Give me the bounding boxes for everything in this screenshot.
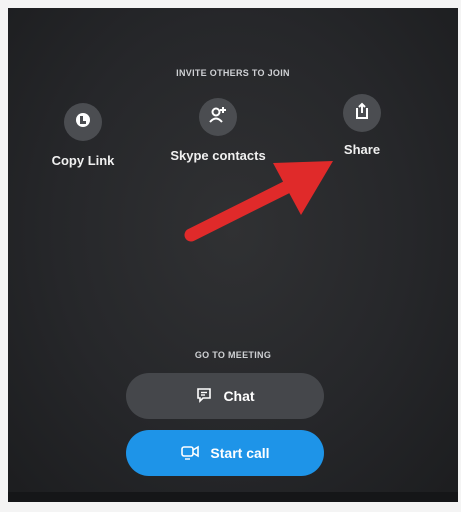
copy-link-label: Copy Link [51, 153, 115, 168]
link-icon [73, 110, 93, 135]
annotation-arrow [184, 161, 333, 242]
share-button[interactable] [343, 94, 381, 132]
invite-heading: INVITE OTHERS TO JOIN [176, 68, 290, 78]
chat-icon [195, 386, 213, 407]
copy-link-button[interactable] [64, 103, 102, 141]
share-option[interactable]: Share [302, 94, 422, 157]
add-contact-icon [207, 104, 229, 131]
chat-button[interactable]: Chat [126, 373, 324, 419]
screen-bezel [8, 492, 458, 502]
start-call-button[interactable]: Start call [126, 430, 324, 476]
go-to-meeting-heading: GO TO MEETING [194, 350, 272, 360]
skype-contacts-button[interactable] [199, 98, 237, 136]
photo-frame: INVITE OTHERS TO JOIN Copy Link Skype co… [0, 0, 461, 512]
chat-label: Chat [223, 388, 255, 404]
share-icon [352, 101, 372, 126]
meeting-screen: INVITE OTHERS TO JOIN Copy Link Skype co… [8, 8, 458, 502]
video-call-icon [180, 443, 200, 464]
start-call-label: Start call [210, 445, 270, 461]
copy-link-option[interactable]: Copy Link [23, 103, 143, 168]
